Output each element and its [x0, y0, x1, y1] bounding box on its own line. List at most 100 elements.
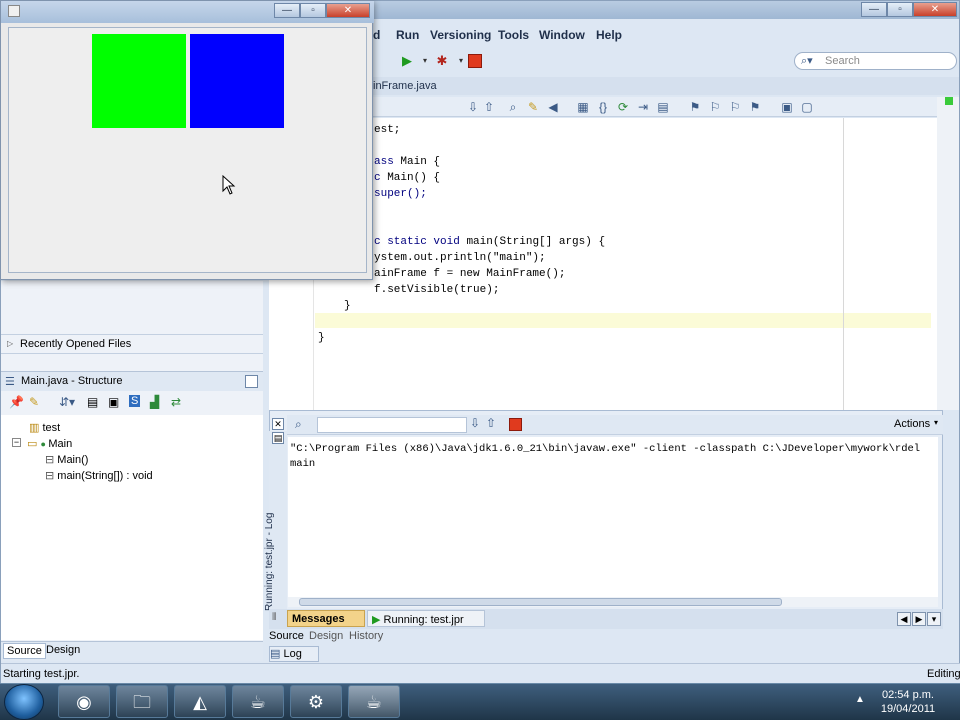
menu-item-run[interactable]: Run	[396, 28, 419, 42]
tree-item-class-main[interactable]: ▭ ● Main	[27, 437, 72, 450]
app-minimize-button[interactable]: —	[274, 3, 300, 18]
tab-list-icon[interactable]: ▾	[927, 612, 941, 626]
log-clear-icon[interactable]: ▤	[272, 432, 284, 444]
editor-overview-ruler[interactable]	[937, 97, 959, 410]
comment-icon[interactable]: ▣	[779, 99, 795, 115]
tab-scroll-left-icon[interactable]: ◀	[897, 612, 911, 626]
method-icon: ⊟	[45, 470, 58, 482]
run-dropdown-icon[interactable]: ▾	[417, 53, 433, 69]
search-field[interactable]: ⌕▾ Search	[794, 52, 957, 70]
previous-icon[interactable]: ⇧	[481, 99, 497, 115]
code-line-14: }	[318, 332, 325, 344]
taskbar-tool-icon[interactable]: ⚙	[290, 685, 342, 718]
current-line-highlight	[315, 313, 931, 328]
bookmark-next-icon[interactable]: ⚐	[727, 99, 743, 115]
status-mode: Editing	[927, 668, 960, 680]
taskbar-app-icon[interactable]: ◭	[174, 685, 226, 718]
stop-icon[interactable]	[468, 54, 482, 68]
structure-header: ☰ Main.java - Structure	[1, 371, 263, 391]
tree-label: Main	[48, 438, 73, 450]
log-stop-icon[interactable]	[509, 418, 522, 431]
tree-item-constructor[interactable]: ⊟ Main()	[45, 453, 88, 466]
clock-date: 19/04/2011	[880, 703, 936, 715]
log-scroll-thumb[interactable]	[299, 598, 782, 606]
maximize-button[interactable]: ▫	[887, 2, 913, 17]
menu-item-tools[interactable]: Tools	[498, 28, 529, 42]
uncomment-icon[interactable]: ▢	[799, 99, 815, 115]
actions-menu[interactable]: Actions	[894, 418, 930, 430]
log-window-button[interactable]: ▤ Log	[269, 646, 319, 662]
block-icon[interactable]: ▦	[575, 99, 591, 115]
log-next-icon[interactable]: ⇩	[470, 416, 480, 430]
app-close-button[interactable]: ✕	[326, 3, 370, 18]
menu-item-versioning[interactable]: Versioning	[430, 28, 491, 42]
binoculars-icon[interactable]: ⌕	[295, 417, 302, 432]
code-line-5: super();	[374, 188, 427, 200]
app-client-area	[8, 27, 367, 273]
app-maximize-button[interactable]: ▫	[300, 3, 326, 18]
debug-icon[interactable]: ✱	[434, 53, 450, 69]
tab-structure-design[interactable]: Design	[43, 643, 83, 659]
show-methods-icon[interactable]: ▣	[108, 395, 119, 409]
bookmark-icon[interactable]: ⚑	[687, 99, 703, 115]
sync-icon[interactable]: ⇄	[171, 395, 181, 409]
find-icon[interactable]: ⌕	[505, 99, 521, 115]
debug-dropdown-icon[interactable]: ▾	[453, 53, 469, 69]
recent-files-label: Recently Opened Files	[20, 338, 132, 350]
tab-design[interactable]: Design	[309, 630, 343, 642]
taskbar-chrome-icon[interactable]: ◉	[58, 685, 110, 718]
show-static-icon[interactable]: S	[129, 395, 141, 407]
tab-messages[interactable]: Messages	[287, 610, 365, 627]
recent-files-accordion[interactable]: ▷ Recently Opened Files	[1, 334, 263, 354]
log-close-icon[interactable]: ✕	[272, 418, 284, 430]
tab-running-test[interactable]: ▶ Running: test.jpr	[367, 610, 485, 627]
menu-item-window[interactable]: Window	[539, 28, 585, 42]
taskbar-coffee-icon[interactable]: ☕	[232, 685, 284, 718]
tab-structure-source[interactable]: Source	[3, 643, 46, 659]
tray-expand-icon[interactable]: ▲	[855, 694, 865, 705]
actions-dropdown-icon[interactable]: ▾	[934, 418, 938, 427]
code-line-3: ass Main {	[374, 156, 441, 168]
back-icon[interactable]: ◀	[545, 99, 561, 115]
blue-square	[190, 34, 284, 128]
package-icon: ▥	[29, 422, 43, 434]
log-output[interactable]: "C:\Program Files (x86)\Java\jdk1.6.0_21…	[288, 437, 938, 597]
brace-icon[interactable]: {}	[595, 99, 611, 115]
close-button[interactable]: ✕	[913, 2, 957, 17]
editor-tab-mainframe[interactable]: inFrame.java	[373, 80, 493, 97]
next-icon[interactable]: ⇩	[465, 99, 481, 115]
run-icon[interactable]: ▶	[399, 53, 415, 69]
taskbar-explorer-icon[interactable]: 🗀	[116, 685, 168, 718]
freeze-icon[interactable]: ✎	[29, 395, 39, 409]
taskbar-java-icon[interactable]: ☕	[348, 685, 400, 718]
green-square	[92, 34, 186, 128]
menu-item-file[interactable]: d	[373, 28, 380, 42]
pin-icon[interactable]: 📌	[9, 395, 24, 409]
menu-item-help[interactable]: Help	[596, 28, 622, 42]
mouse-cursor-icon	[222, 175, 236, 195]
tab-source[interactable]: Source	[269, 630, 304, 642]
collapse-icon[interactable]: −	[12, 438, 21, 447]
show-inherited-icon[interactable]: ▟	[150, 395, 159, 409]
taskbar-clock[interactable]: 02:54 p.m. 19/04/2011	[872, 688, 944, 716]
log-search-input[interactable]	[317, 417, 467, 433]
minimize-panel-icon[interactable]	[245, 375, 258, 388]
java-icon	[8, 5, 20, 17]
class-icon: ▭	[27, 438, 41, 450]
sort-icon[interactable]: ⇵▾	[59, 395, 75, 409]
tab-scroll-right-icon[interactable]: ▶	[912, 612, 926, 626]
minimize-button[interactable]: —	[861, 2, 887, 17]
indent-icon[interactable]: ⇥	[635, 99, 651, 115]
bookmark-clear-icon[interactable]: ⚑	[747, 99, 763, 115]
tab-history[interactable]: History	[349, 630, 383, 642]
app-titlebar: — ▫ ✕	[1, 1, 374, 23]
format-icon[interactable]: ▤	[655, 99, 671, 115]
tree-item-package[interactable]: ▥ test	[29, 421, 60, 434]
tree-item-method-main[interactable]: ⊟ main(String[]) : void	[45, 469, 153, 482]
start-button[interactable]	[4, 684, 44, 720]
refactor-icon[interactable]: ⟳	[615, 99, 631, 115]
bookmark-prev-icon[interactable]: ⚐	[707, 99, 723, 115]
show-fields-icon[interactable]: ▤	[87, 395, 98, 409]
log-prev-icon[interactable]: ⇧	[486, 416, 496, 430]
highlight-icon[interactable]: ✎	[525, 99, 541, 115]
